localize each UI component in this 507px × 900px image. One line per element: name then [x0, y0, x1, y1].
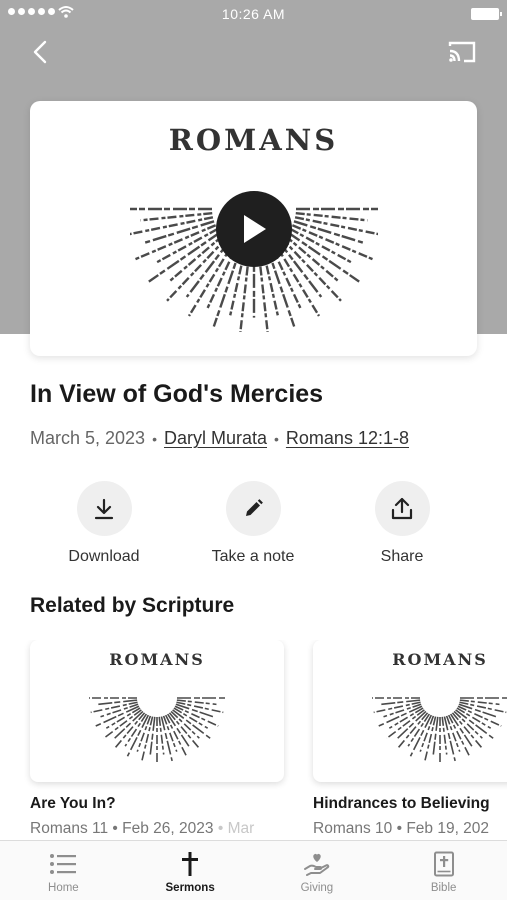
tab-sermons[interactable]: Sermons	[127, 841, 254, 900]
share-label: Share	[380, 548, 424, 565]
status-time: 10:26 AM	[221, 6, 286, 22]
sermon-artwork: ROMANS	[30, 101, 477, 356]
download-icon-circle	[76, 481, 132, 536]
tab-home[interactable]: Home	[0, 841, 127, 900]
sermon-title: In View of God's Mercies	[30, 380, 324, 408]
related-artwork-title: ROMANS	[392, 650, 488, 669]
scripture-link[interactable]: Romans 12:1-8	[286, 428, 409, 449]
back-button[interactable]	[24, 36, 56, 68]
related-sermon-meta: Romans 10 • Feb 19, 202	[313, 820, 490, 837]
share-icon	[391, 497, 413, 519]
related-sermon-artwork: ROMANS	[313, 640, 507, 782]
play-button[interactable]	[216, 191, 292, 267]
download-label: Download	[68, 548, 140, 565]
take-note-button[interactable]: Take a note	[178, 481, 328, 566]
sermon-meta: March 5, 2023 • Daryl Murata • Romans 12…	[30, 428, 409, 449]
download-icon	[94, 498, 114, 519]
sunburst-illustration	[372, 697, 507, 763]
related-sermon-artwork: ROMANS	[30, 640, 284, 782]
bible-icon	[433, 851, 454, 877]
related-scripture: Romans 10	[313, 820, 393, 837]
artwork-series-title: ROMANS	[168, 123, 339, 157]
share-button[interactable]: Share	[327, 481, 477, 566]
tab-sermons-label: Sermons	[165, 882, 215, 894]
related-section-title: Related by Scripture	[30, 594, 235, 617]
related-sermons-carousel[interactable]: ROMANS Are You In? Romans 11 • Feb 26, 2…	[0, 640, 507, 840]
related-extra: Mar	[227, 820, 255, 837]
share-icon-circle	[374, 481, 430, 536]
cast-button[interactable]	[445, 36, 479, 68]
tab-bible-label: Bible	[430, 882, 457, 894]
related-sermon-meta: Romans 11 • Feb 26, 2023 • Mar	[30, 820, 255, 837]
sunburst-ray	[294, 216, 378, 236]
pencil-icon	[246, 498, 263, 516]
related-date: Feb 19, 202	[406, 820, 490, 837]
meta-separator: •	[274, 430, 279, 447]
related-sermon-card[interactable]: ROMANS Are You In? Romans 11 • Feb 26, 2…	[30, 640, 284, 838]
cast-icon	[448, 41, 476, 63]
tab-giving-label: Giving	[300, 882, 334, 894]
related-sermon-title: Are You In?	[30, 795, 116, 812]
related-sermon-card[interactable]: ROMANS Hindrances to Believing Romans 10…	[313, 640, 507, 838]
download-button[interactable]: Download	[29, 481, 179, 566]
tab-giving[interactable]: Giving	[254, 841, 381, 900]
related-scripture: Romans 11	[30, 820, 109, 837]
list-icon	[50, 854, 77, 874]
take-note-label: Take a note	[211, 548, 295, 565]
related-sermon-title: Hindrances to Believing	[313, 795, 490, 812]
tab-bible[interactable]: Bible	[380, 841, 507, 900]
chevron-left-icon	[33, 40, 47, 64]
giving-hand-icon	[303, 853, 330, 876]
speaker-link[interactable]: Daryl Murata	[164, 428, 267, 449]
cross-icon	[182, 852, 199, 876]
sunburst-ray	[130, 216, 214, 236]
play-icon	[244, 215, 266, 243]
related-date: Feb 26, 2023	[122, 820, 214, 837]
meta-separator: •	[152, 430, 157, 447]
tab-home-label: Home	[48, 882, 79, 894]
sermon-date: March 5, 2023	[30, 428, 146, 448]
status-bar: 10:26 AM	[0, 0, 507, 28]
note-icon-circle	[225, 481, 281, 536]
sunburst-illustration	[89, 697, 225, 763]
related-artwork-title: ROMANS	[109, 650, 205, 669]
battery-icon	[471, 8, 502, 20]
tab-bar: Home Sermons Giving Bible	[0, 840, 507, 900]
